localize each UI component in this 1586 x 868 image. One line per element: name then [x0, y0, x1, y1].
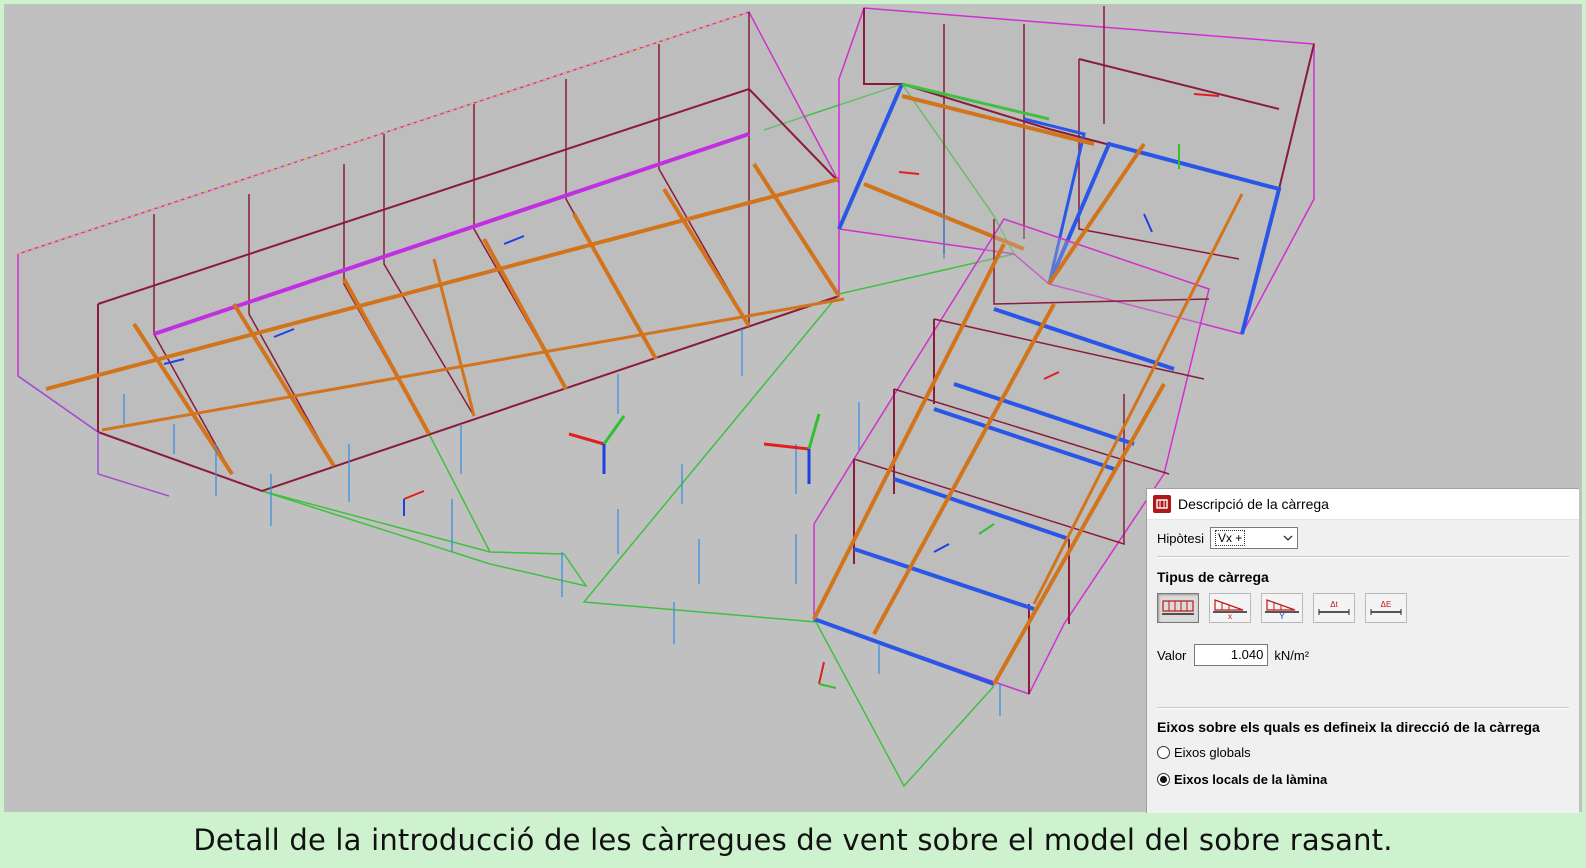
radio-global-axes-circle[interactable] [1157, 746, 1170, 759]
svg-text:Δt: Δt [1330, 600, 1338, 609]
radio-local-axes-circle[interactable] [1157, 773, 1170, 786]
temperature-increment-icon: Δt [1318, 600, 1350, 615]
axes-heading: Eixos sobre els quals es defineix la dir… [1157, 719, 1540, 735]
strain-increment-button[interactable]: ΔE [1365, 593, 1407, 623]
load-type-buttons: x Y Δt ΔE [1157, 593, 1417, 623]
linear-load-x-button[interactable]: x [1209, 593, 1251, 623]
hypothesis-label: Hipòtesi [1157, 530, 1204, 546]
dialog-title: Descripció de la càrrega [1178, 496, 1329, 512]
value-input[interactable]: 1.040 [1194, 644, 1269, 666]
figure-caption: Detall de la introducció de les càrregue… [193, 823, 1393, 857]
slab-outline [261, 490, 588, 588]
linear-load-y-button[interactable]: Y [1261, 593, 1303, 623]
dialog-titlebar[interactable]: Descripció de la càrrega [1147, 489, 1579, 520]
separator [1157, 556, 1569, 558]
load-dialog-icon [1153, 495, 1171, 513]
value-label: Valor [1157, 647, 1187, 663]
svg-text:Y: Y [1279, 612, 1285, 620]
hypothesis-select[interactable]: Vx + [1209, 527, 1298, 549]
strain-increment-icon: ΔE [1370, 600, 1402, 615]
radio-global-axes[interactable]: Eixos globals [1157, 745, 1251, 760]
svg-text:ΔE: ΔE [1381, 600, 1392, 609]
chevron-down-icon [1283, 535, 1293, 541]
linear-load-y-icon: Y [1265, 599, 1299, 620]
linear-load-x-icon: x [1213, 599, 1247, 620]
separator [1157, 707, 1569, 709]
uniform-load-icon [1162, 600, 1194, 615]
hypothesis-selected-value: Vx + [1214, 530, 1246, 546]
value-row: Valor 1.040 kN/m² [1157, 644, 1309, 666]
svg-text:x: x [1228, 612, 1232, 620]
uniform-load-button[interactable] [1157, 593, 1199, 623]
hypothesis-row: Hipòtesi Vx + [1157, 527, 1298, 549]
value-unit: kN/m² [1274, 647, 1310, 663]
radio-local-axes[interactable]: Eixos locals de la làmina [1157, 772, 1327, 787]
slab-outline [428, 433, 491, 553]
load-description-dialog: Descripció de la càrrega Hipòtesi Vx + T… [1146, 488, 1579, 813]
radio-global-axes-label: Eixos globals [1174, 745, 1251, 760]
temperature-increment-button[interactable]: Δt [1313, 593, 1355, 623]
wall-panel [17, 11, 840, 492]
radio-local-axes-label: Eixos locals de la làmina [1174, 772, 1328, 787]
load-type-heading: Tipus de càrrega [1157, 569, 1269, 585]
